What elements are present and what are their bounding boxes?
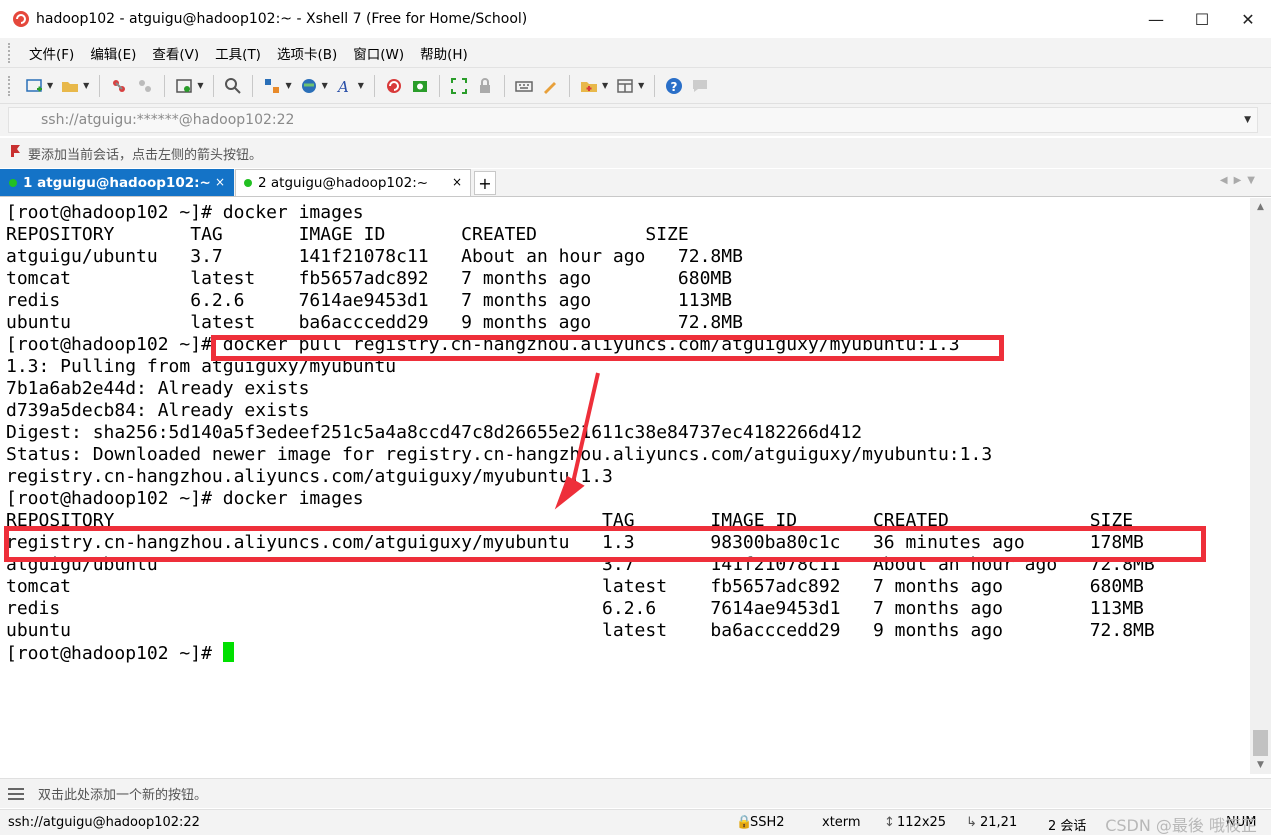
- status-connection: ssh://atguigu@hadoop102:22: [8, 815, 200, 830]
- terminal-scrollbar[interactable]: ▲ ▼: [1250, 198, 1271, 774]
- status-sessions: 2 会话: [1048, 819, 1087, 834]
- status-size: 112x25: [897, 815, 947, 830]
- menu-icon[interactable]: [8, 787, 24, 800]
- quick-command-hint: 双击此处添加一个新的按钮。: [38, 788, 208, 803]
- scroll-down-icon[interactable]: ▼: [1250, 756, 1271, 774]
- scroll-up-icon[interactable]: ▲: [1250, 198, 1271, 216]
- status-bar: ssh://atguigu@hadoop102:22 🔒 SSH2 xterm …: [0, 809, 1271, 835]
- resize-icon: ↕: [884, 815, 895, 830]
- status-cursor-pos: 21,21: [980, 815, 1018, 830]
- cursor-position-icon: ↳: [966, 815, 977, 830]
- status-protocol: SSH2: [750, 815, 785, 830]
- quick-command-bar[interactable]: 双击此处添加一个新的按钮。: [0, 778, 1271, 808]
- scrollbar-thumb[interactable]: [1253, 730, 1268, 756]
- annotation-arrow-icon: [554, 372, 600, 510]
- status-terminal-type: xterm: [822, 815, 861, 830]
- watermark-text: CSDN @最後 哦筱芷: [1105, 816, 1257, 835]
